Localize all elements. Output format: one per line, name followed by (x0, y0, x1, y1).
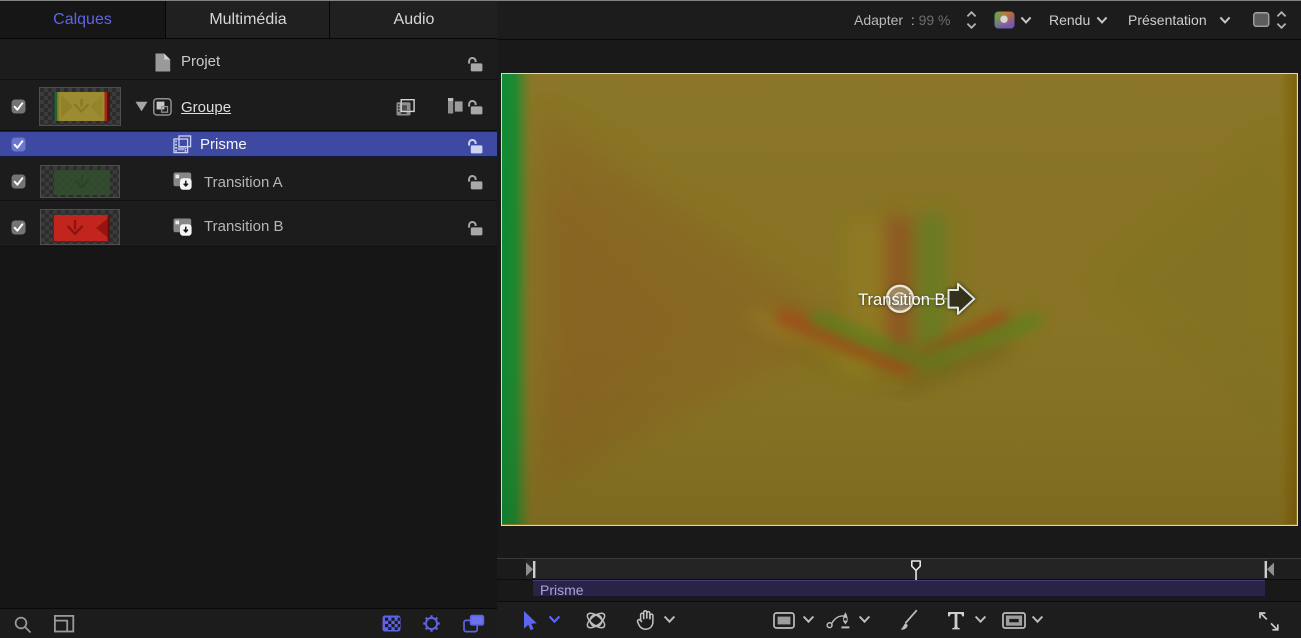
svg-text:Transition B: Transition B (858, 291, 945, 309)
